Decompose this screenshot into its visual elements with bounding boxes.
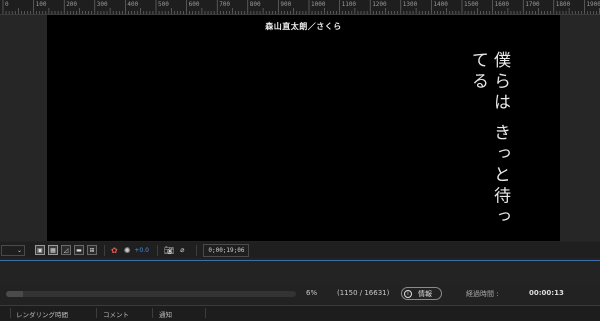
elapsed-time-label: 経過時間 : [466,290,499,298]
ruler-label: 1200 [372,1,387,8]
ruler-label: 1100 [341,1,357,8]
ruler-label: 300 [96,1,108,8]
show-snapshot-icon[interactable]: ⌀ [180,246,184,254]
column-comment[interactable]: コメント [103,309,129,319]
ruler-label: 1900 [586,1,600,8]
column-divider [10,308,11,318]
viewer-toolbar: ⌄ ▣ ▦ ◿ ▬ ⊞ ✿ ✺ +0.0 📷︎ ⌀ 0;00;19;06 [0,242,600,258]
ruler-label: 1600 [494,1,510,8]
ruler-ticks [2,0,600,14]
info-button-label: 情報 [418,289,432,298]
column-divider [96,308,97,318]
guides-button[interactable]: ▬ [74,245,84,255]
ruler-label: 500 [158,1,169,8]
left-panel [0,15,47,241]
transparency-grid-button[interactable]: ▦ [48,245,58,255]
column-divider [205,308,206,318]
render-queue-blank [0,261,600,285]
ruler-label: 900 [280,1,292,8]
info-icon: i [404,289,412,298]
column-render-time[interactable]: レンダリング時間 [16,309,68,319]
toolbar-divider [156,244,158,256]
region-of-interest-button[interactable]: ▣ [35,245,45,255]
info-button[interactable]: i 情報 [401,287,442,300]
render-percent: 6% [306,289,318,297]
ruler-label: 400 [127,1,139,8]
ruler-label: 700 [219,1,231,8]
chevron-down-icon: ⌄ [16,246,22,254]
magnification-select[interactable]: ⌄ [1,244,25,256]
exposure-value[interactable]: +0.0 [134,247,149,254]
column-notify[interactable]: 通知 [159,309,172,319]
ruler-label: 600 [188,1,200,8]
song-credit-text: 森山直太朗／さくら [265,22,342,31]
ruler-label: 1400 [433,1,448,8]
right-panel [560,15,600,241]
render-progress-fill [6,291,24,297]
mask-path-button[interactable]: ◿ [61,245,71,255]
exposure-reset-icon[interactable]: ✺ [124,246,131,255]
composition-viewer[interactable]: 森山直太朗／さくら 僕らは きっと待ってる [47,15,560,241]
ruler-label: 1300 [402,1,418,8]
ruler-label: 0 [5,1,9,8]
ruler-label: 1800 [555,1,571,8]
ruler-label: 1500 [464,1,479,8]
elapsed-time-value: 00:00:13 [529,289,564,297]
ruler-label: 800 [249,1,261,8]
timecode-display[interactable]: 0;00;19;06 [203,243,250,257]
render-progress-row: 6% (1150 / 16631) i 情報 経過時間 : 00:00:13 [0,285,600,305]
frame-count: (1150 / 16631) [337,289,390,297]
column-divider [152,308,153,318]
color-channel-icon[interactable]: ✿ [111,246,118,255]
lyric-text: 僕らは きっと待ってる [468,51,510,229]
ruler-label: 1000 [311,1,326,8]
toolbar-divider [196,244,198,256]
render-queue-columns: レンダリング時間 コメント 通知 [0,305,600,321]
camera-icon[interactable]: 📷︎ [164,246,174,255]
toolbar-divider [104,244,105,256]
render-progress-bar [6,291,296,297]
ruler-label: 1700 [525,1,540,8]
ruler-label: 200 [66,1,78,8]
ruler-label: 100 [35,1,47,8]
grid-options-button[interactable]: ⊞ [87,245,97,255]
top-ruler: 0 100 200 300 400 500 600 700 800 900 1000 1100 1200… [0,0,600,15]
